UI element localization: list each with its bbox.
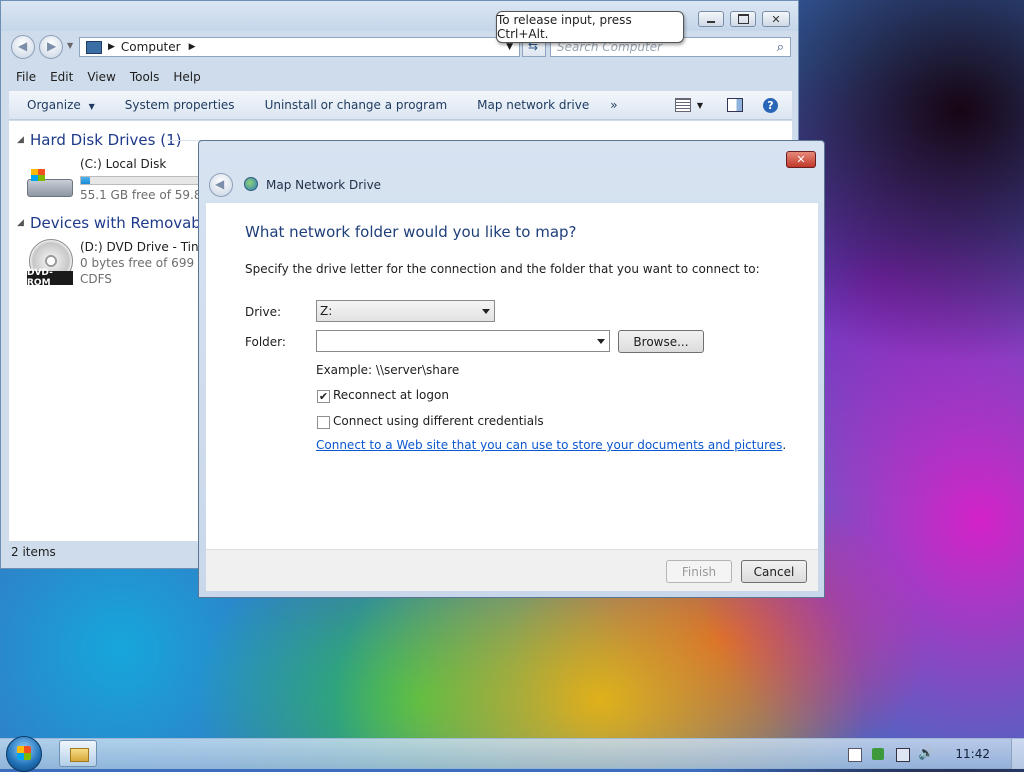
drive-d-name[interactable]: (D:) DVD Drive - Tiny7 — [80, 240, 213, 254]
dvd-rom-label: DVD-ROM — [27, 268, 73, 288]
dialog-back-button[interactable]: ◀ — [209, 173, 233, 197]
dialog-heading: What network folder would you like to ma… — [245, 223, 577, 241]
minimize-button[interactable] — [698, 11, 724, 27]
breadcrumb-separator-icon: ▶ — [108, 42, 115, 52]
local-disk-icon[interactable] — [27, 169, 73, 199]
view-options-icon[interactable] — [674, 98, 691, 112]
explorer-close-button[interactable]: ✕ — [762, 11, 790, 27]
browse-button[interactable]: Browse... — [618, 330, 704, 353]
chevron-down-icon[interactable] — [597, 339, 605, 344]
notification-icon[interactable] — [848, 748, 862, 762]
breadcrumb-computer[interactable]: Computer — [121, 40, 181, 54]
drive-c-name[interactable]: (C:) Local Disk — [80, 157, 166, 171]
preview-pane-icon[interactable] — [727, 98, 743, 112]
web-storage-link-row: Connect to a Web site that you can use t… — [316, 438, 786, 452]
reconnect-label[interactable]: Reconnect at logon — [333, 388, 449, 402]
dialog-footer: Finish Cancel — [206, 549, 818, 591]
action-center-icon[interactable] — [872, 748, 884, 760]
help-icon[interactable]: ? — [763, 97, 778, 113]
tooltip-text: To release input, press Ctrl+Alt. — [497, 13, 632, 41]
drive-select[interactable]: Z: — [316, 300, 495, 322]
maximize-button[interactable] — [730, 11, 756, 27]
group-header-hard-disks[interactable]: Hard Disk Drives (1) — [30, 131, 181, 149]
taskbar-explorer-button[interactable] — [59, 740, 97, 767]
reconnect-checkbox[interactable]: ✔ — [317, 390, 330, 403]
folder-icon — [70, 748, 89, 762]
back-arrow-icon: ◀ — [18, 39, 28, 53]
windows-logo-icon — [17, 746, 31, 760]
vm-input-tooltip: To release input, press Ctrl+Alt. — [496, 11, 684, 43]
menu-help[interactable]: Help — [166, 70, 207, 84]
dialog-instruction: Specify the drive letter for the connect… — [245, 262, 760, 276]
status-item-count: 2 items — [11, 545, 56, 559]
menu-edit[interactable]: Edit — [43, 70, 80, 84]
checkmark-icon: ✔ — [318, 390, 329, 403]
address-bar[interactable]: ▶ Computer ▶ ▼ — [79, 37, 520, 57]
command-bar: Organize ▼ System properties Uninstall o… — [9, 91, 792, 120]
credentials-checkbox[interactable] — [317, 416, 330, 429]
close-icon: ✕ — [771, 12, 781, 26]
drive-d-details: 0 bytes free of 699 MB — [80, 256, 217, 270]
organize-button[interactable]: Organize ▼ — [9, 98, 110, 112]
menu-bar: File Edit View Tools Help — [9, 65, 792, 89]
address-dropdown-icon[interactable]: ▼ — [506, 42, 513, 52]
menu-view[interactable]: View — [80, 70, 122, 84]
close-icon: ✕ — [796, 153, 806, 166]
system-properties-button[interactable]: System properties — [110, 98, 250, 112]
view-dropdown-icon[interactable]: ▼ — [697, 101, 703, 110]
back-arrow-icon: ◀ — [215, 177, 225, 191]
volume-icon[interactable]: 🔊 — [918, 746, 934, 761]
menu-file[interactable]: File — [9, 70, 43, 84]
forward-arrow-icon: ▶ — [47, 39, 57, 53]
more-commands-button[interactable]: » — [604, 98, 632, 112]
breadcrumb-separator-icon: ▶ — [188, 42, 196, 52]
uninstall-program-button[interactable]: Uninstall or change a program — [250, 98, 463, 112]
back-button[interactable]: ◀ — [11, 35, 35, 59]
drive-select-value: Z: — [320, 304, 333, 318]
forward-button[interactable]: ▶ — [39, 35, 63, 59]
show-desktop-button[interactable] — [1011, 739, 1024, 769]
search-icon[interactable]: ⌕ — [777, 40, 784, 55]
drive-c-usage-fill — [81, 177, 91, 184]
chevron-down-icon: ▼ — [88, 102, 95, 111]
web-storage-link[interactable]: Connect to a Web site that you can use t… — [316, 438, 782, 452]
finish-button[interactable]: Finish — [666, 560, 732, 583]
chevron-down-icon — [482, 309, 490, 314]
credentials-label[interactable]: Connect using different credentials — [333, 414, 544, 428]
system-clock[interactable]: 11:42 — [955, 747, 990, 761]
dvd-drive-icon[interactable]: DVD-ROM — [27, 239, 75, 288]
start-button[interactable] — [6, 736, 42, 772]
maximize-icon — [737, 14, 749, 24]
menu-tools[interactable]: Tools — [123, 70, 167, 84]
cancel-button[interactable]: Cancel — [741, 560, 807, 583]
dialog-body: What network folder would you like to ma… — [206, 203, 818, 549]
network-drive-icon — [244, 177, 258, 191]
computer-icon — [86, 40, 102, 54]
folder-label: Folder: — [245, 335, 286, 349]
drive-label: Drive: — [245, 305, 282, 319]
network-icon[interactable] — [896, 748, 910, 762]
collapse-group-icon[interactable]: ◢ — [17, 135, 24, 145]
drive-d-filesystem: CDFS — [80, 272, 112, 286]
folder-example: Example: \\server\share — [316, 363, 460, 377]
minimize-icon — [707, 21, 715, 23]
organize-label: Organize — [27, 98, 81, 112]
taskbar: 🔊 11:42 — [0, 736, 1024, 772]
map-network-drive-dialog: ✕ ◀ Map Network Drive What network folde… — [198, 140, 825, 598]
dialog-title: Map Network Drive — [266, 178, 382, 192]
collapse-group-icon[interactable]: ◢ — [17, 218, 24, 228]
link-suffix: . — [782, 438, 787, 452]
dialog-close-button[interactable]: ✕ — [786, 151, 816, 168]
drive-c-usage-bar — [80, 176, 200, 185]
folder-input[interactable] — [316, 330, 610, 352]
recent-pages-chevron-icon[interactable]: ▼ — [67, 41, 73, 50]
map-network-drive-button[interactable]: Map network drive — [462, 98, 604, 112]
